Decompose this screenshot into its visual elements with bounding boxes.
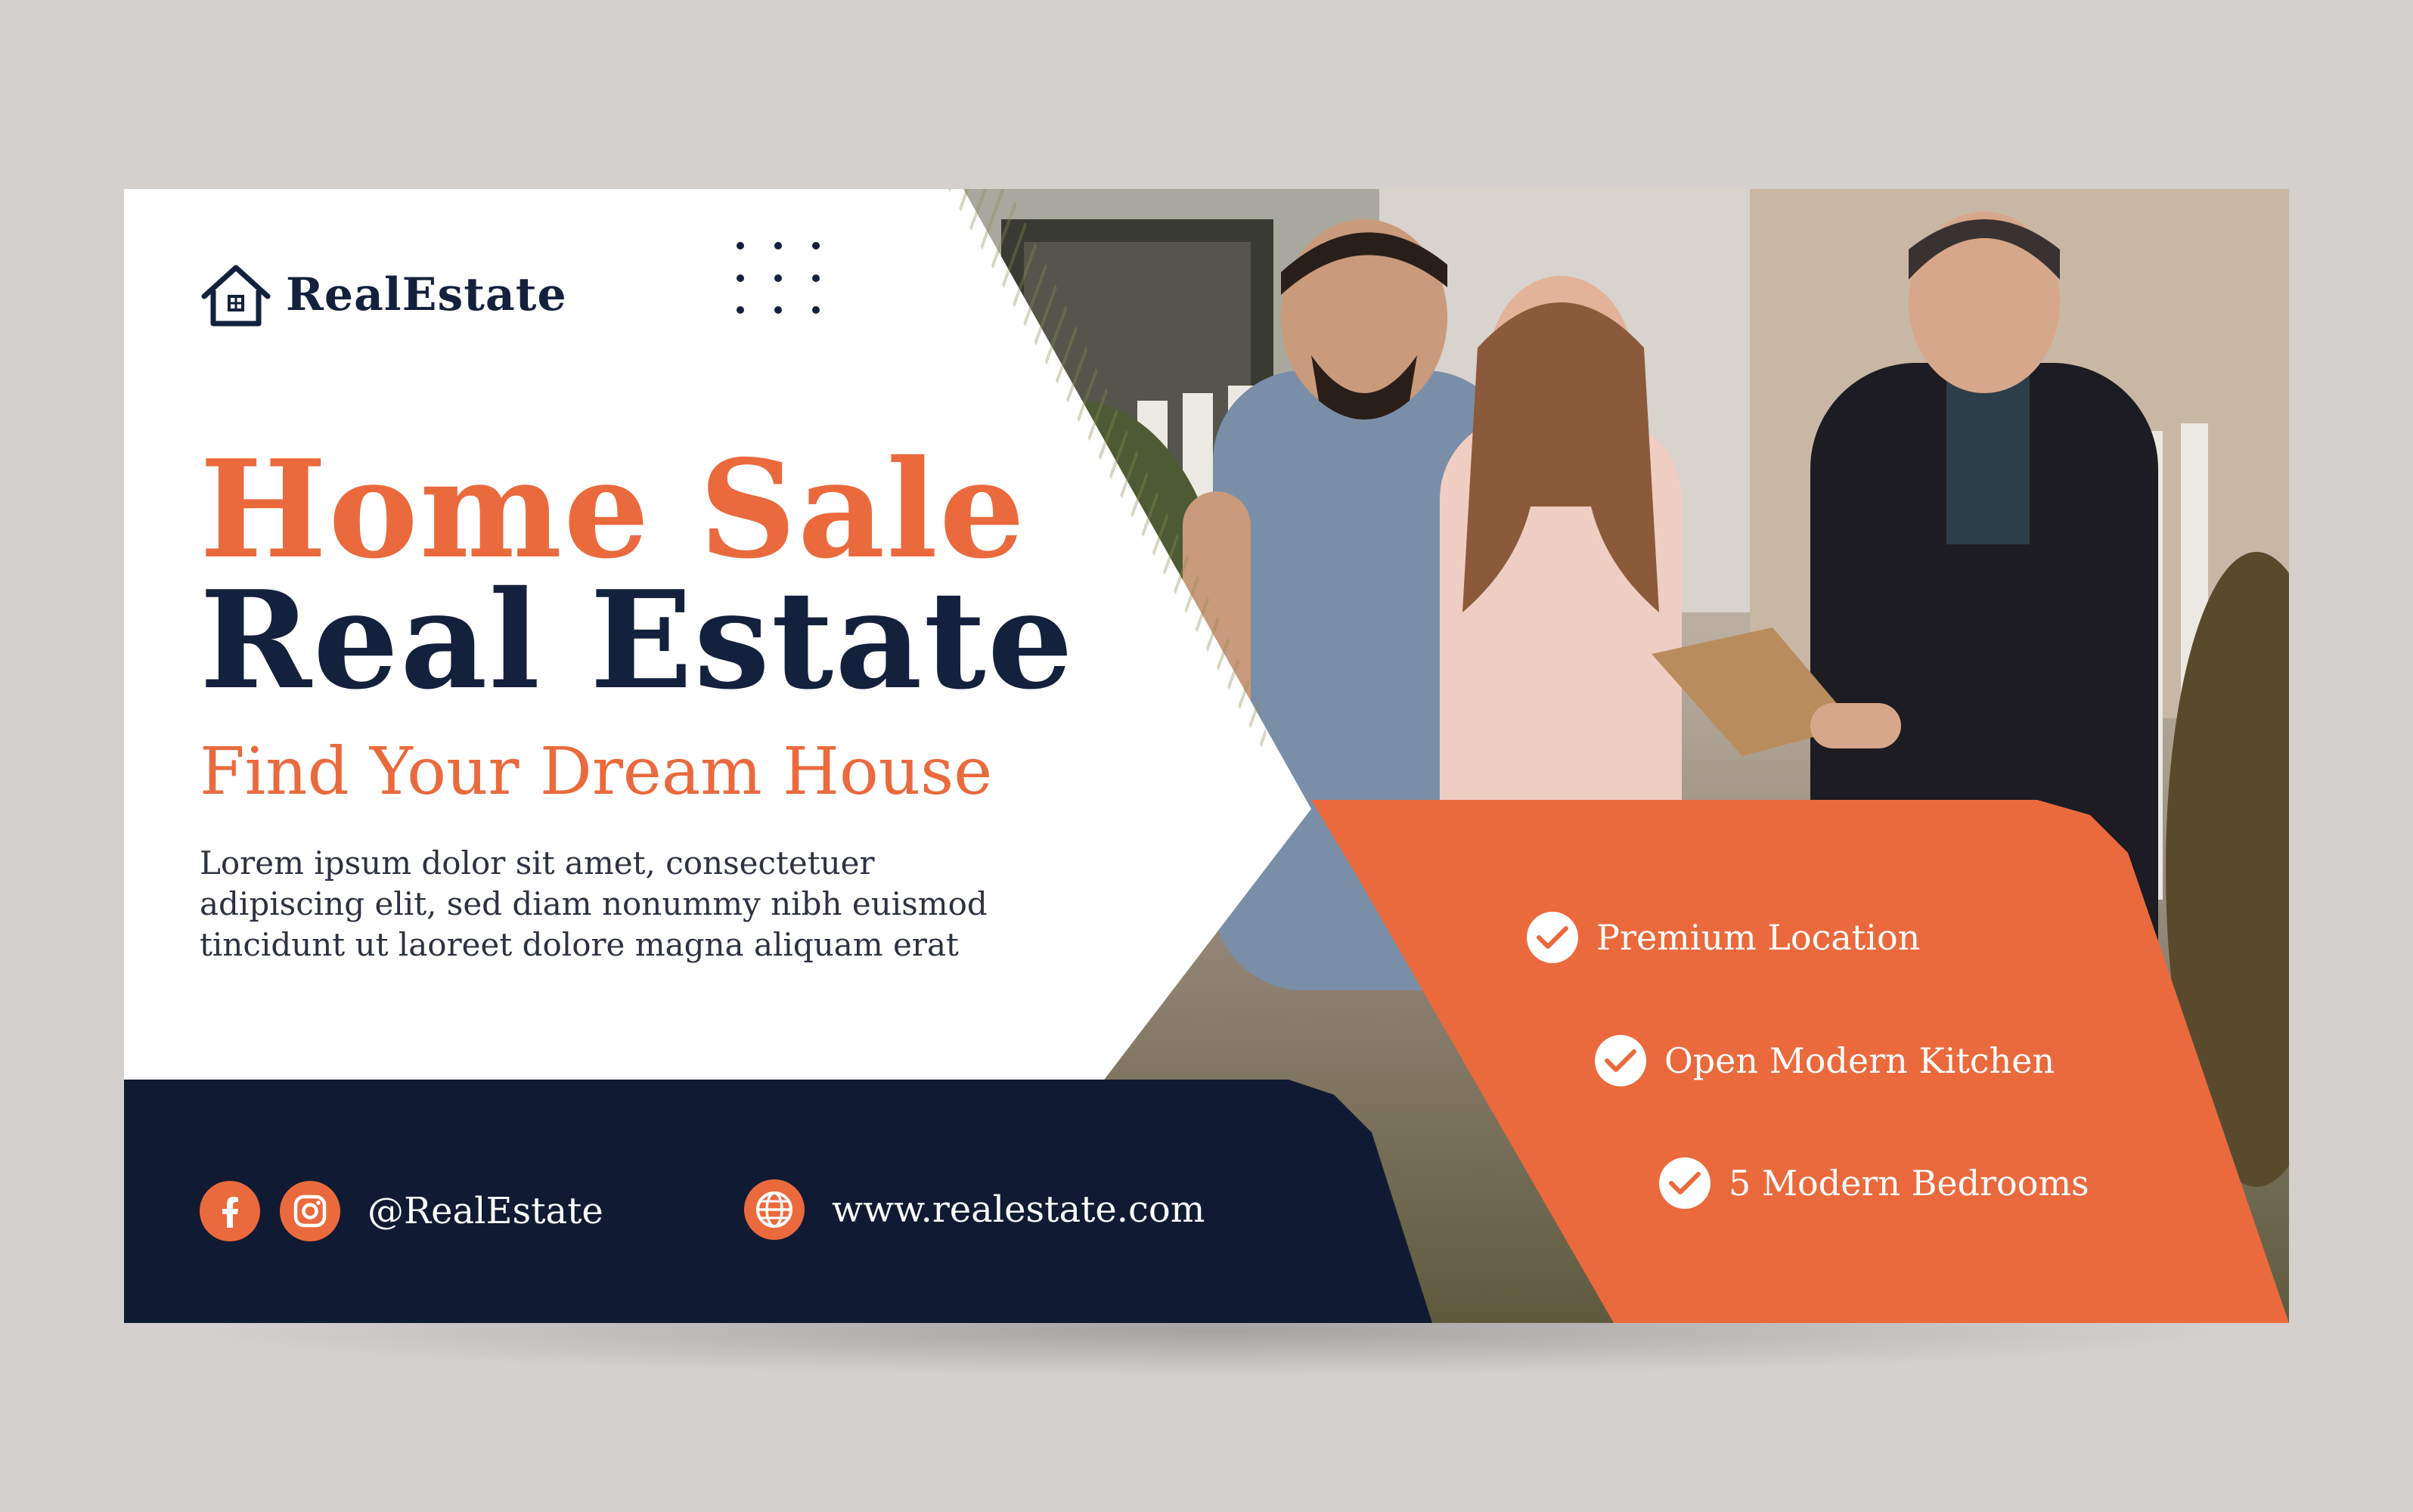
tagline: Find Your Dream House (200, 734, 993, 810)
facebook-icon (222, 1197, 238, 1228)
promo-banner: RealEstate Home Sale Real Estate Find Yo… (124, 189, 2289, 1323)
description-text: Lorem ipsum dolor sit amet, consectetuer… (200, 844, 988, 963)
social-links: @RealEstate (200, 1181, 603, 1241)
feature-label: Premium Location (1596, 917, 1921, 958)
brand-logo[interactable]: RealEstate (200, 263, 567, 327)
feature-item: 5 Modern Bedrooms (1659, 1157, 2089, 1209)
instagram-link[interactable] (280, 1181, 340, 1241)
checkmark-icon (1669, 1172, 1701, 1194)
headline-home-sale: Home Sale (200, 430, 1027, 588)
brand-name: RealEstate (286, 268, 567, 321)
website-link[interactable]: www.realestate.com (744, 1179, 1205, 1240)
house-icon (201, 265, 271, 327)
checkmark-icon (1537, 926, 1568, 949)
feature-item: Open Modern Kitchen (1595, 1035, 2055, 1086)
decorative-dots (737, 242, 820, 314)
headline-real-estate: Real Estate (200, 561, 1075, 719)
checkmark-icon (1605, 1049, 1636, 1072)
website-url: www.realestate.com (832, 1188, 1205, 1231)
feature-label: Open Modern Kitchen (1664, 1040, 2055, 1081)
globe-icon (756, 1191, 792, 1228)
facebook-link[interactable] (200, 1181, 260, 1241)
globe-badge (744, 1179, 805, 1240)
feature-check-badge (1659, 1157, 1711, 1209)
social-handle[interactable]: @RealEstate (368, 1190, 603, 1232)
feature-check-badge (1595, 1035, 1646, 1086)
feature-item: Premium Location (1527, 912, 1920, 963)
instagram-icon (293, 1194, 327, 1228)
feature-label: 5 Modern Bedrooms (1729, 1163, 2089, 1204)
feature-check-badge (1527, 912, 1578, 963)
